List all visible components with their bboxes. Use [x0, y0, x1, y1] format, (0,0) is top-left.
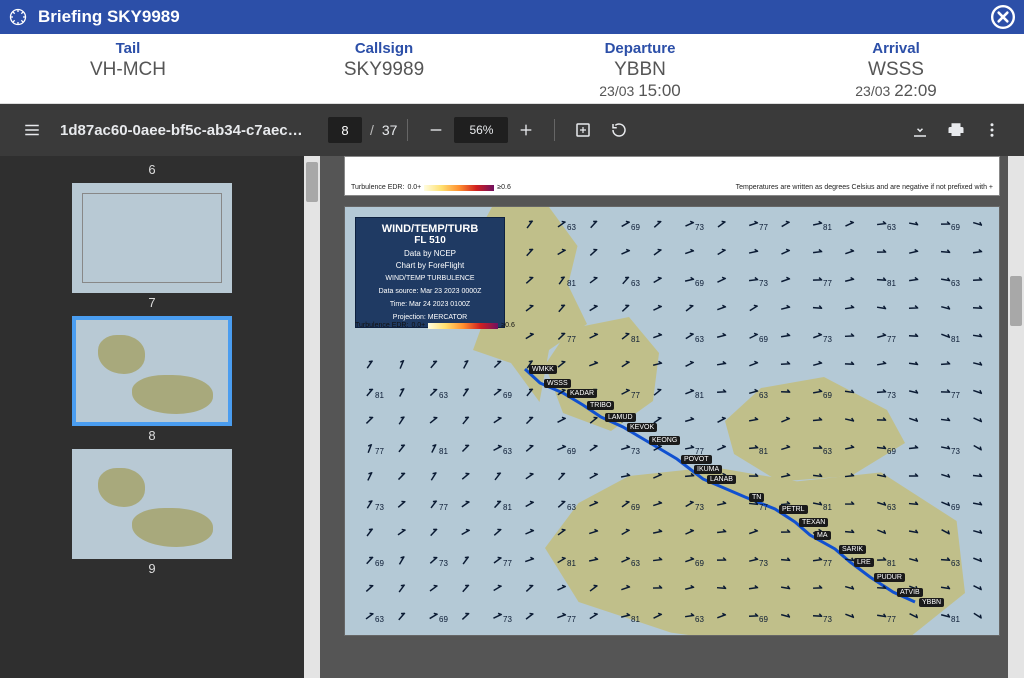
compass-icon [8, 7, 28, 27]
thumb-label: 7 [148, 295, 155, 310]
thumb-label: 6 [148, 162, 155, 177]
waypoint-label: TEXAN [799, 518, 828, 527]
thumb-scrollbar[interactable] [304, 156, 320, 678]
thumb-7[interactable] [72, 183, 232, 293]
thumb-9[interactable] [72, 449, 232, 559]
waypoint-label: TN [749, 493, 764, 502]
departure-time: 23/03 15:00 [512, 81, 768, 101]
waypoint-label: LAMUD [605, 413, 636, 422]
callsign-value: SKY9989 [256, 59, 512, 81]
thumbnail-panel: 6 7 8 9 [0, 156, 320, 678]
waypoint-label: YBBN [919, 598, 944, 607]
prev-page-footer: Turbulence EDR:0.0+≥0.6 Temperatures are… [344, 156, 1000, 196]
waypoint-label: KEONG [649, 436, 680, 445]
waypoint-label: MA [814, 531, 831, 540]
more-icon[interactable] [974, 112, 1010, 148]
zoom-out-button[interactable] [418, 112, 454, 148]
waypoint-label: PUDUR [874, 573, 905, 582]
zoom-level[interactable]: 56% [454, 117, 508, 143]
arrival-col: Arrival WSSS 23/03 22:09 [768, 34, 1024, 103]
flight-info-bar: Tail VH-MCH Callsign SKY9989 Departure Y… [0, 34, 1024, 104]
window-title: Briefing SKY9989 [38, 7, 180, 27]
callsign-label: Callsign [256, 40, 512, 57]
pdf-viewer: 6 7 8 9 [0, 156, 1024, 678]
landmass [725, 377, 905, 487]
page-input[interactable] [328, 117, 362, 143]
departure-col: Departure YBBN 23/03 15:00 [512, 34, 768, 103]
print-button[interactable] [938, 112, 974, 148]
chart-info-box: WIND/TEMP/TURB FL 510 Data by NCEP Chart… [355, 217, 505, 328]
arrival-value: WSSS [768, 59, 1024, 81]
tail-value: VH-MCH [0, 59, 256, 81]
waypoint-label: KADAR [567, 389, 597, 398]
waypoint-label: TRIBO [587, 401, 614, 410]
waypoint-label: KEVOK [627, 423, 657, 432]
waypoint-label: SARIK [839, 545, 866, 554]
waypoint-label: IKUMA [694, 465, 722, 474]
download-button[interactable] [902, 112, 938, 148]
tail-col: Tail VH-MCH [0, 34, 256, 103]
thumb-label: 8 [148, 428, 155, 443]
edr-legend: Turbulence EDR:0.0+≥0.6 [355, 322, 515, 329]
zoom-in-button[interactable] [508, 112, 544, 148]
page-scrollbar[interactable] [1008, 156, 1024, 678]
wind-temp-chart: WIND/TEMP/TURB FL 510 Data by NCEP Chart… [344, 206, 1000, 636]
pdf-toolbar: 1d87ac60-0aee-bf5c-ab34-c7aece03… / 37 5… [0, 104, 1024, 156]
window-titlebar: Briefing SKY9989 [0, 0, 1024, 34]
callsign-col: Callsign SKY9989 [256, 34, 512, 103]
pdf-filename: 1d87ac60-0aee-bf5c-ab34-c7aece03… [60, 122, 310, 139]
tail-label: Tail [0, 40, 256, 57]
thumb-8[interactable] [72, 316, 232, 426]
thumb-label: 9 [148, 561, 155, 576]
page-nav: / 37 [328, 117, 397, 143]
menu-icon[interactable] [14, 112, 50, 148]
pdf-page-area[interactable]: Turbulence EDR:0.0+≥0.6 Temperatures are… [320, 156, 1024, 678]
waypoint-label: WSSS [544, 379, 571, 388]
departure-value: YBBN [512, 59, 768, 81]
arrival-time: 23/03 22:09 [768, 81, 1024, 101]
temp-note: Temperatures are written as degrees Cels… [736, 184, 993, 191]
waypoint-label: POVOT [681, 455, 712, 464]
waypoint-label: ATVIB [897, 588, 923, 597]
arrival-label: Arrival [768, 40, 1024, 57]
waypoint-label: LRE [854, 558, 874, 567]
waypoint-label: WMKK [529, 365, 557, 374]
close-icon[interactable] [990, 4, 1016, 30]
rotate-button[interactable] [601, 112, 637, 148]
waypoint-label: LANAB [707, 475, 736, 484]
waypoint-label: PETRL [779, 505, 808, 514]
fit-page-button[interactable] [565, 112, 601, 148]
page-total: 37 [382, 122, 398, 138]
departure-label: Departure [512, 40, 768, 57]
